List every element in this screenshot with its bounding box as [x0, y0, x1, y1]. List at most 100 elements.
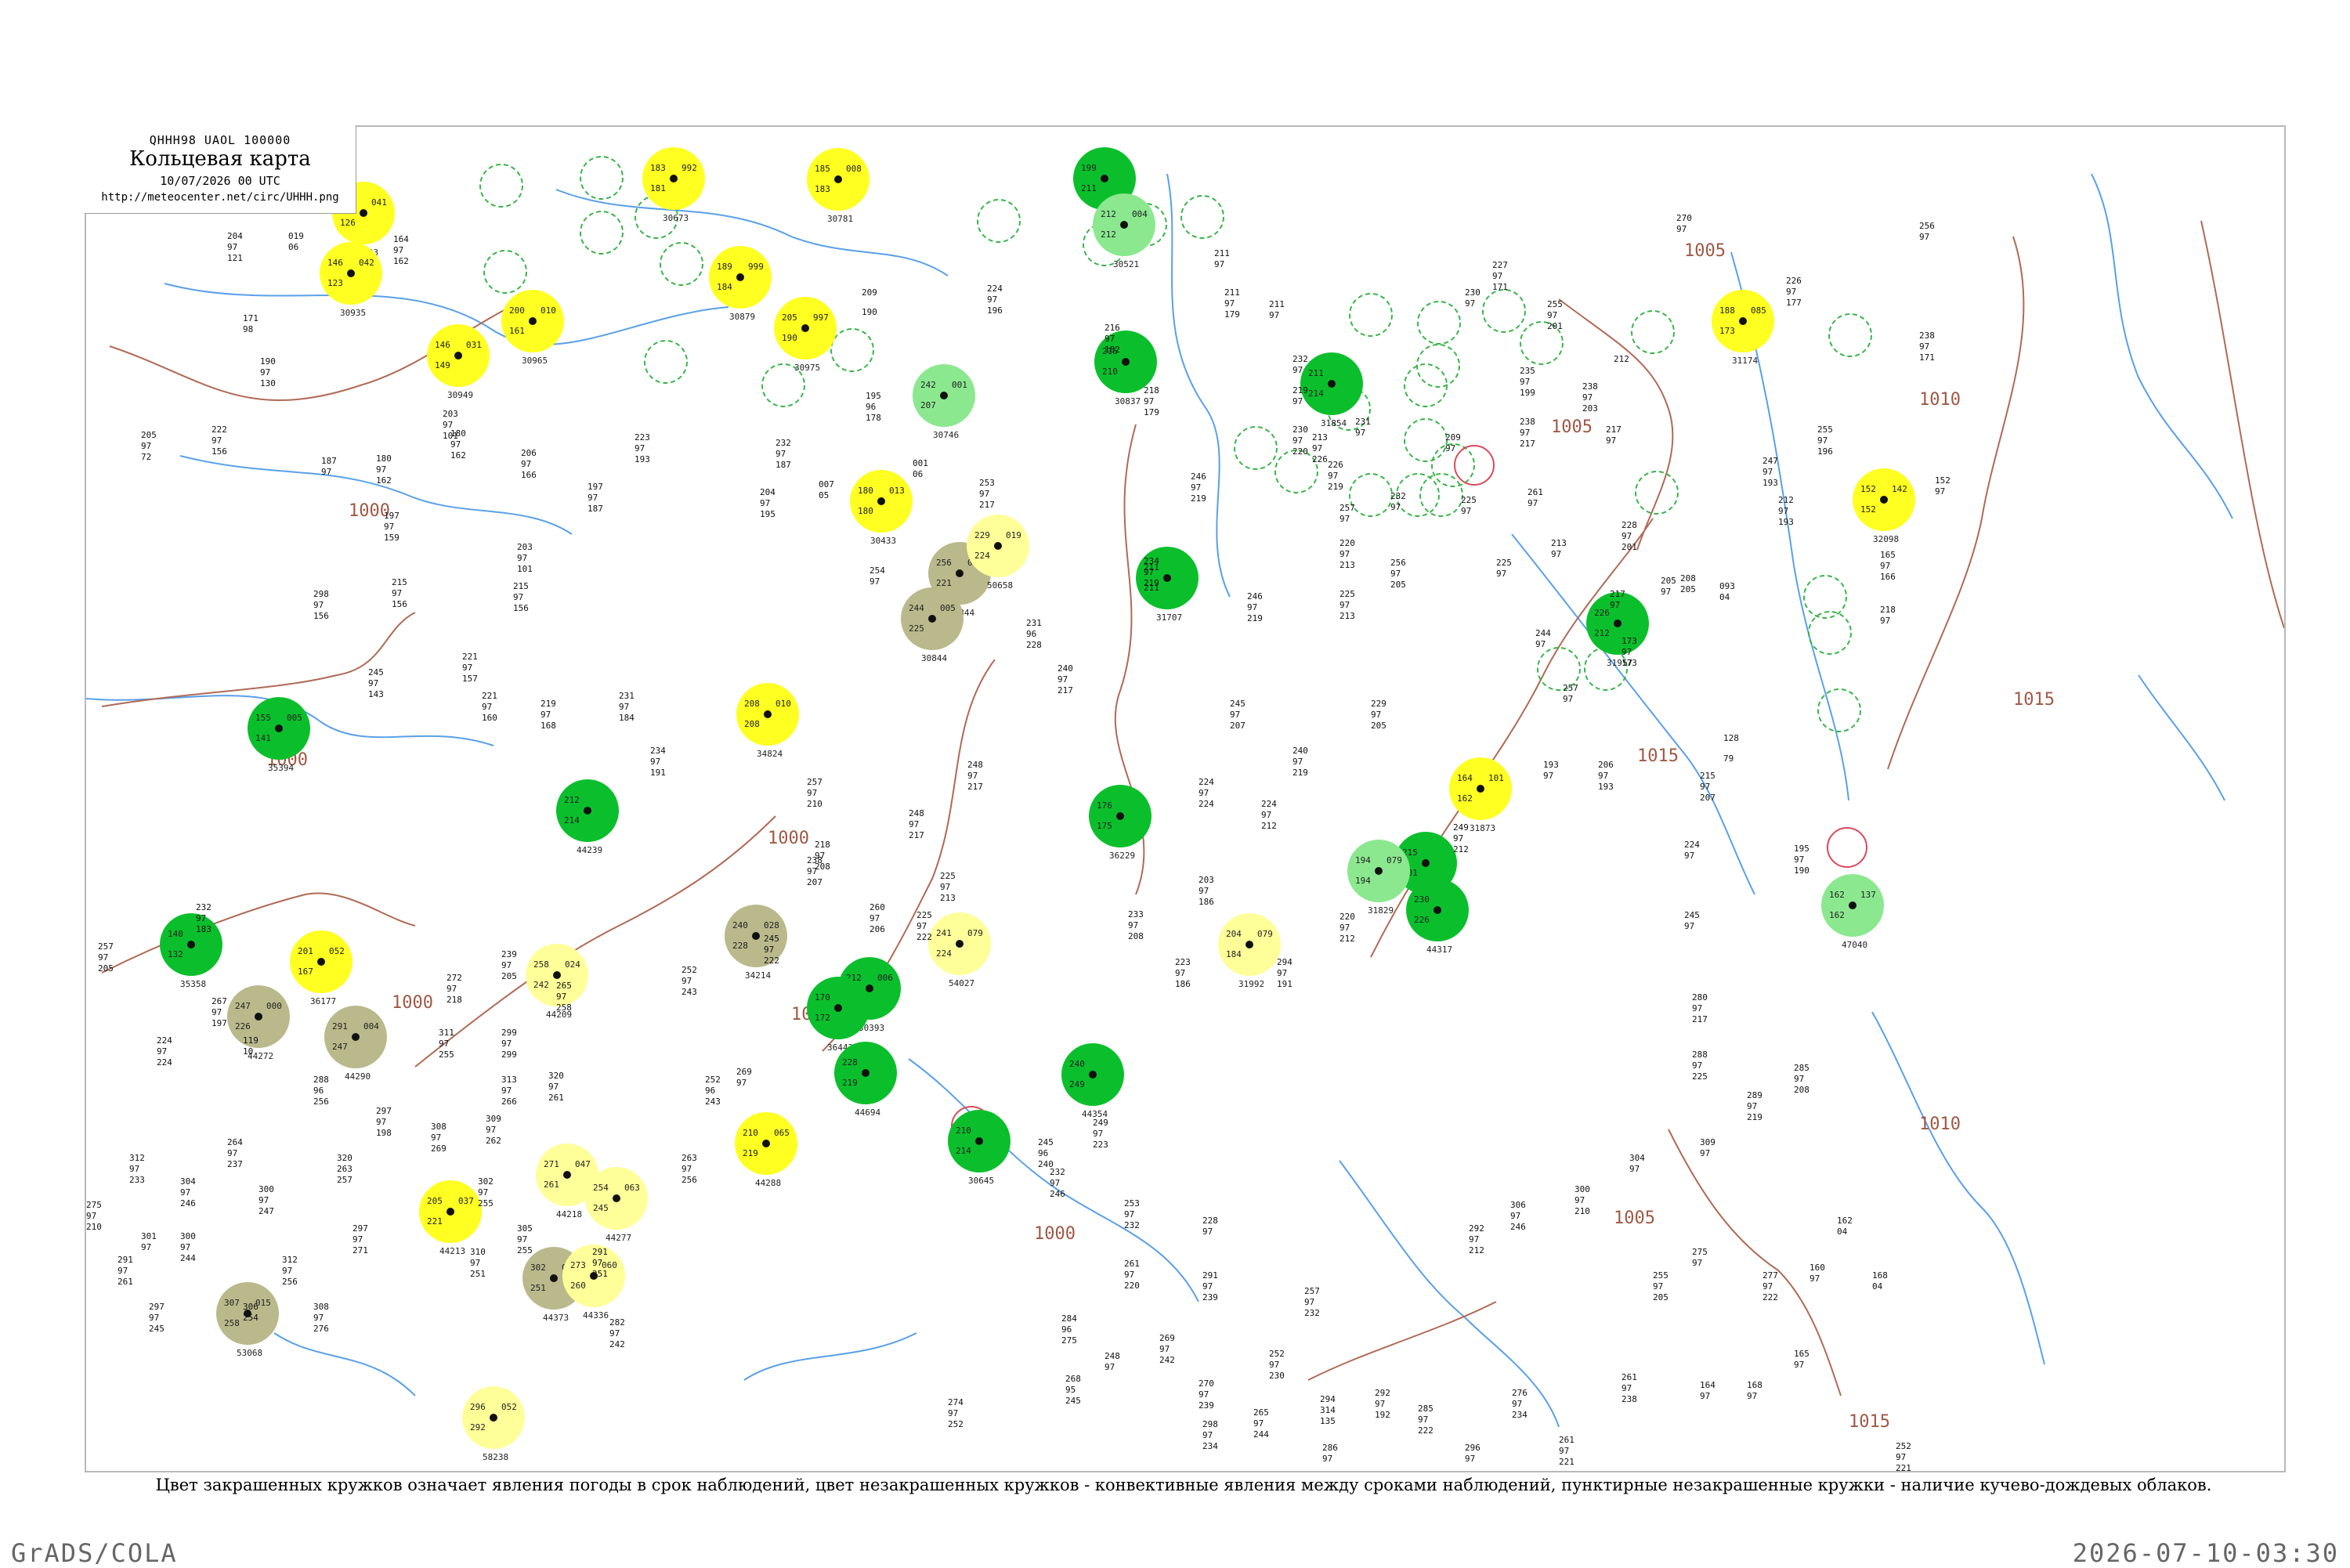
station-dewpoint: 242 — [533, 980, 549, 990]
station-green: 24024944354 — [1061, 1043, 1124, 1119]
station-yellow: 185 183 008 30781 — [807, 148, 870, 224]
svg-text:211: 211 — [1224, 287, 1240, 298]
svg-text:97: 97 — [1050, 1178, 1060, 1188]
svg-text:191: 191 — [650, 768, 666, 778]
station-id: 44317 — [1426, 945, 1452, 955]
svg-text:232: 232 — [776, 438, 791, 448]
svg-text:160: 160 — [482, 713, 497, 723]
cloud-cover-icon — [928, 615, 936, 623]
svg-text:97: 97 — [807, 788, 817, 798]
svg-text:312: 312 — [282, 1255, 298, 1265]
svg-text:219: 219 — [1292, 768, 1308, 778]
station-khaki: 24722600044272 — [227, 985, 290, 1061]
cumulonimbus-ring — [1817, 688, 1861, 732]
svg-text:97: 97 — [439, 1039, 449, 1049]
svg-text:97: 97 — [1622, 531, 1632, 541]
svg-text:166: 166 — [1880, 572, 1896, 582]
svg-text:168: 168 — [540, 721, 556, 731]
svg-text:207: 207 — [1700, 793, 1716, 803]
svg-text:272: 272 — [446, 973, 462, 983]
svg-text:218: 218 — [446, 995, 462, 1005]
station-temperature: 152 — [1860, 484, 1876, 494]
svg-text:260: 260 — [870, 902, 885, 912]
svg-text:97: 97 — [1747, 1101, 1757, 1111]
svg-text:217: 217 — [1520, 439, 1535, 449]
svg-text:257: 257 — [807, 777, 822, 787]
cumulonimbus-ring — [1234, 426, 1278, 470]
svg-text:222: 222 — [916, 932, 932, 942]
svg-text:97: 97 — [393, 245, 403, 255]
svg-text:97: 97 — [1512, 1399, 1522, 1409]
svg-text:211: 211 — [1214, 248, 1230, 258]
svg-text:297: 297 — [149, 1302, 164, 1312]
station-temperature: 199 — [1081, 163, 1097, 173]
svg-text:97: 97 — [513, 592, 523, 602]
svg-text:231: 231 — [1026, 618, 1042, 628]
cloud-cover-icon — [1246, 941, 1253, 948]
svg-text:266: 266 — [501, 1097, 517, 1107]
svg-text:223: 223 — [1175, 957, 1191, 967]
station-pressure: 079 — [1386, 855, 1402, 865]
svg-text:265: 265 — [1253, 1407, 1269, 1418]
svg-text:257: 257 — [98, 941, 114, 952]
station-dewpoint: 221 — [936, 578, 952, 588]
svg-text:222: 222 — [1418, 1425, 1434, 1436]
svg-text:284: 284 — [1061, 1313, 1077, 1324]
station-temperature: 183 — [650, 163, 666, 173]
station-dewpoint: 162 — [1829, 910, 1845, 920]
station-temperature: 170 — [815, 992, 830, 1003]
svg-text:245: 245 — [1038, 1137, 1054, 1147]
svg-text:313: 313 — [501, 1075, 517, 1085]
svg-text:193: 193 — [1762, 478, 1778, 488]
station-temperature: 205 — [782, 313, 797, 323]
svg-text:217: 217 — [909, 830, 924, 840]
svg-text:223: 223 — [1093, 1140, 1108, 1150]
cumulonimbus-ring — [1828, 313, 1872, 357]
station-dewpoint: 221 — [427, 1216, 443, 1227]
isobar-label: 1005 — [1684, 241, 1726, 261]
cloud-cover-icon — [529, 317, 537, 325]
svg-text:294: 294 — [1320, 1394, 1336, 1404]
station-pressure: 004 — [1132, 209, 1148, 219]
station-dewpoint: 260 — [570, 1281, 586, 1291]
svg-text:97: 97 — [967, 771, 978, 781]
svg-text:256: 256 — [313, 1097, 329, 1107]
svg-text:204: 204 — [227, 231, 243, 241]
svg-text:232: 232 — [1050, 1167, 1065, 1177]
station-id: 30645 — [968, 1176, 994, 1186]
svg-text:96: 96 — [1038, 1148, 1048, 1158]
station-green: 140 132 35358 — [160, 913, 222, 989]
station-temperature: 229 — [974, 530, 990, 540]
svg-text:232: 232 — [1292, 354, 1308, 364]
cloud-cover-icon — [1116, 812, 1124, 820]
svg-text:251: 251 — [470, 1269, 486, 1279]
svg-text:97: 97 — [1762, 1281, 1773, 1292]
station-light-green: 242 207 001 30746 — [913, 364, 975, 440]
svg-text:193: 193 — [1778, 517, 1794, 527]
svg-text:186: 186 — [1175, 979, 1191, 989]
station-dewpoint: 173 — [1719, 326, 1735, 336]
svg-text:222: 222 — [212, 425, 227, 435]
svg-text:10: 10 — [243, 1046, 253, 1057]
station-temperature: 210 — [956, 1125, 971, 1136]
svg-text:205: 205 — [1661, 576, 1676, 586]
station-id: 30673 — [663, 213, 689, 223]
svg-text:232: 232 — [196, 902, 212, 912]
svg-text:97: 97 — [1124, 1270, 1134, 1280]
cloud-cover-icon — [1739, 317, 1747, 325]
station-temperature: 189 — [717, 262, 732, 272]
svg-text:187: 187 — [321, 456, 337, 466]
cloud-cover-icon — [1434, 906, 1441, 914]
isobar-label: 1000 — [768, 829, 809, 848]
svg-text:274: 274 — [948, 1397, 964, 1407]
svg-text:203: 203 — [517, 542, 533, 552]
svg-text:97: 97 — [1453, 833, 1463, 844]
svg-text:97: 97 — [1582, 392, 1593, 403]
svg-text:97: 97 — [1322, 1454, 1332, 1464]
svg-text:297: 297 — [352, 1223, 368, 1234]
svg-text:292: 292 — [1469, 1223, 1484, 1234]
station-pressure: 065 — [774, 1128, 790, 1138]
svg-text:201: 201 — [1622, 542, 1637, 552]
svg-text:252: 252 — [948, 1419, 964, 1429]
svg-text:97: 97 — [1390, 502, 1401, 512]
